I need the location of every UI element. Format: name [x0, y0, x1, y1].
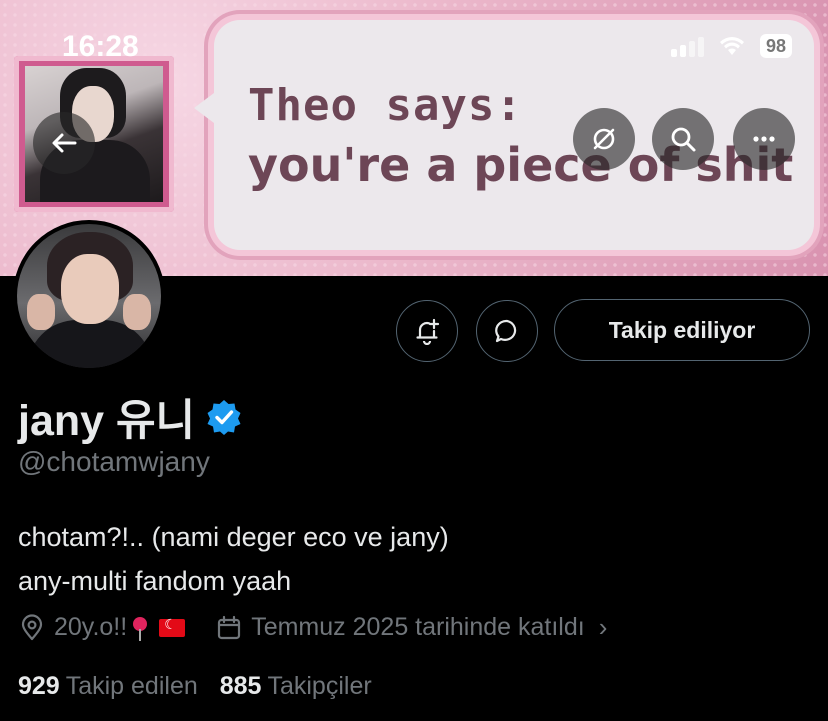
status-icons: 98 [670, 34, 792, 58]
banner-text-line1: Theo says: [248, 80, 523, 131]
battery-indicator: 98 [759, 34, 792, 58]
chevron-right-icon: › [598, 612, 608, 642]
follow-stats: 929 Takip edilen 885 Takipçiler [18, 672, 372, 701]
notifications-button[interactable] [396, 300, 458, 362]
joined-item[interactable]: Temmuz 2025 tarihinde katıldı › [215, 612, 607, 643]
location-item: 20y.o!! [18, 613, 186, 642]
bio-line-1: chotam?!.. (nami deger eco ve jany) [18, 522, 449, 552]
display-name: jany 유니 [18, 397, 196, 445]
username-handle: @chotamwjany [18, 446, 210, 477]
more-button[interactable] [733, 108, 795, 170]
bio-line-2: any-multi fandom yaah [18, 566, 292, 596]
location-text: 20y.o!! [54, 613, 128, 641]
message-bubble-icon [495, 319, 517, 343]
calendar-icon [218, 615, 241, 639]
bio: chotam?!.. (nami deger eco ve jany) any-… [18, 515, 449, 603]
followers-label: Takipçiler [267, 672, 372, 700]
joined-text: Temmuz 2025 tarihinde katıldı [251, 613, 585, 641]
signal-icon [670, 35, 704, 57]
status-time: 16:28 [62, 30, 139, 63]
search-icon [671, 127, 696, 152]
followers-stat[interactable]: 885 Takipçiler [220, 672, 372, 701]
verified-badge-icon[interactable] [205, 398, 243, 436]
display-name-row: jany 유니 [18, 386, 243, 448]
grok-button[interactable] [573, 108, 635, 170]
profile-screen: Theo says: you're a piece of shit 16:28 … [0, 0, 828, 721]
profile-meta: 20y.o!! Temmuz 2025 tarihinde katıldı › [18, 612, 637, 643]
turkey-flag-emoji [159, 616, 186, 637]
arrow-left-icon [52, 133, 77, 153]
avatar[interactable] [13, 220, 165, 372]
round-pushpin-emoji [133, 616, 148, 641]
back-button[interactable] [33, 112, 95, 174]
wifi-icon [719, 37, 744, 55]
following-label: Takip edilen [65, 672, 198, 700]
following-stat[interactable]: 929 Takip edilen [18, 672, 198, 701]
following-count: 929 [18, 672, 60, 700]
bell-plus-icon [416, 318, 440, 345]
more-icon [753, 136, 775, 142]
following-button[interactable]: Takip ediliyor [554, 299, 810, 361]
followers-count: 885 [219, 672, 262, 700]
message-button[interactable] [476, 300, 538, 362]
location-pin-icon [21, 613, 43, 640]
search-button[interactable] [652, 108, 714, 170]
grok-icon [593, 128, 615, 150]
